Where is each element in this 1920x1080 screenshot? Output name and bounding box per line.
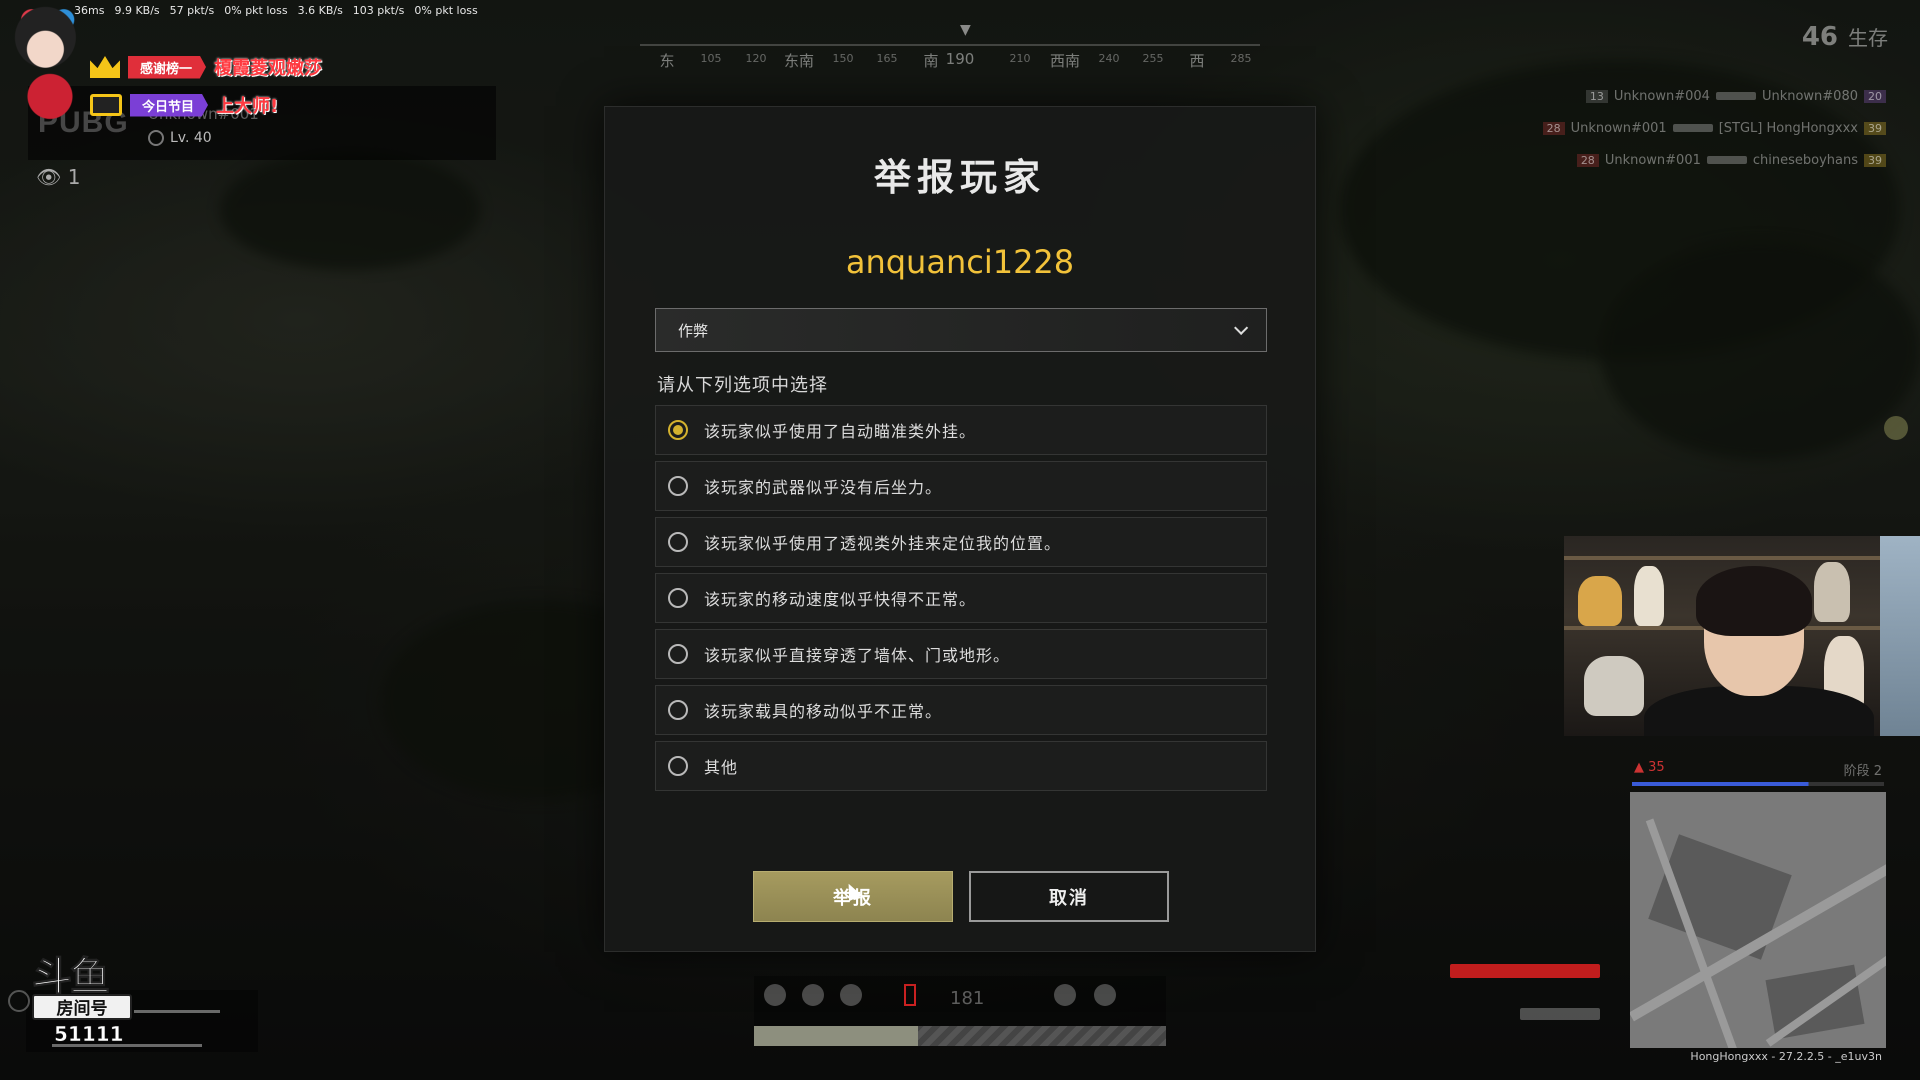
radio-icon[interactable] [668,756,688,776]
weapon-icon [1672,124,1713,132]
streamer-mascot-avatar [4,2,96,120]
kill-feed-row: 28 Unknown#001 chineseboyhans 39 [1466,144,1886,176]
program-banner: 今日节目 上大师! [90,93,278,117]
radio-icon[interactable] [668,532,688,552]
program-label: 今日节目 [130,93,209,117]
report-option-speed[interactable]: 该玩家的移动速度似乎快得不正常。 [655,573,1267,623]
program-value: 上大师! [216,96,279,117]
options-prompt: 请从下列选项中选择 [657,375,828,396]
helmet-icon [764,984,786,1006]
ammo-count: 181 [950,988,985,1009]
spectator-count: 👁 1 [36,165,81,189]
radio-icon[interactable] [668,588,688,608]
compass: ▼ 东 105 120 东南 150 165 南 190 210 西南 240 … [640,22,1260,78]
network-stats: 36ms9.9 KB/s57 pkt/s0% pkt loss3.6 KB/s1… [74,4,478,17]
report-options: 该玩家似乎使用了自动瞄准类外挂。 该玩家的武器似乎没有后坐力。 该玩家似乎使用了… [655,405,1267,797]
primary-weapon-icon [1450,964,1600,978]
map-marker-icon [1884,416,1908,440]
steering-wheel-icon [8,990,30,1012]
health-bar [754,1026,1166,1046]
crown-icon [90,56,120,78]
reported-player-name: anquanci1228 [845,243,1075,281]
status-hud: 181 [754,976,1166,1046]
heal-icon [1094,984,1116,1006]
kill-feed-row: 13 Unknown#004 Unknown#080 20 [1466,80,1886,112]
kill-feed: 13 Unknown#004 Unknown#080 20 28 Unknown#001… [1466,80,1886,176]
kill-feed-row: 28 Unknown#001 [STGL] HongHongxxx 39 [1466,112,1886,144]
report-option-other[interactable]: 其他 [655,741,1267,791]
backpack-icon [840,984,862,1006]
level-icon [148,130,164,146]
thanks-banner: 感谢榜一 榎霞菱观嫩莎 [90,55,322,79]
room-number: 51111 [54,1022,124,1047]
tv-icon [90,94,122,116]
stance-icon [1054,984,1076,1006]
streamer-id: HongHongxxx - 27.2.2.5 - _e1uv3n [1690,1050,1882,1063]
thanks-label: 感谢榜一 [128,55,207,79]
minimap[interactable] [1630,792,1886,1048]
dialog-title: 举报玩家 [874,156,1046,199]
report-option-no-recoil[interactable]: 该玩家的武器似乎没有后坐力。 [655,461,1267,511]
radio-icon[interactable] [668,476,688,496]
minimap-header: ▲ 35 阶段 2 [1630,760,1886,790]
fuel-icon [904,984,916,1006]
alive-counter: 46 生存 [1801,22,1888,52]
dropdown-value: 作弊 [678,321,709,340]
report-option-noclip[interactable]: 该玩家似乎直接穿透了墙体、门或地形。 [655,629,1267,679]
compass-caret-icon: ▼ [960,22,971,38]
thanks-value: 榎霞菱观嫩莎 [214,58,323,79]
secondary-weapon-icon [1520,1008,1600,1020]
weapon-icon [1706,156,1747,164]
radio-selected-icon[interactable] [668,420,688,440]
chevron-down-icon [1234,320,1249,335]
streamer-webcam [1564,536,1920,736]
report-option-vehicle[interactable]: 该玩家载具的移动似乎不正常。 [655,685,1267,735]
room-label: 房间号 [32,994,132,1020]
radio-icon[interactable] [668,644,688,664]
vest-icon [802,984,824,1006]
report-category-dropdown[interactable]: 作弊 [655,308,1267,352]
report-player-dialog: 举报玩家 anquanci1228 作弊 请从下列选项中选择 该玩家似乎使用了自… [604,106,1316,952]
cancel-button[interactable]: 取消 [969,871,1169,922]
report-option-aimbot[interactable]: 该玩家似乎使用了自动瞄准类外挂。 [655,405,1267,455]
radio-icon[interactable] [668,700,688,720]
weapon-icon [1715,92,1756,100]
weapon-slots [1440,950,1620,1050]
report-option-wallhack[interactable]: 该玩家似乎使用了透视类外挂来定位我的位置。 [655,517,1267,567]
player-level: Lv. 40 [148,130,212,146]
